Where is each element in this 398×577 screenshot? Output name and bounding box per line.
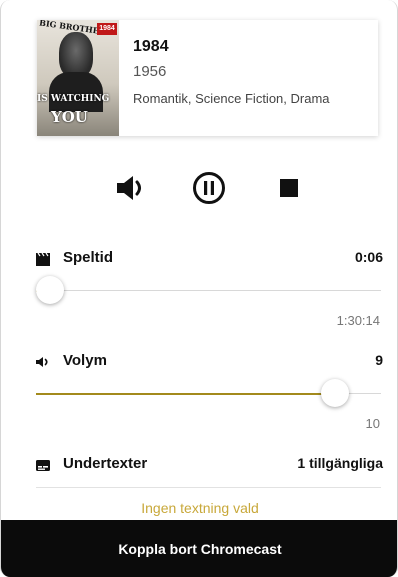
playback-controls [1,170,397,206]
playtime-label: Speltid [63,249,114,266]
playtime-current: 0:06 [354,249,383,265]
volume-max: 10 [365,416,380,431]
volume-icon [36,357,48,367]
movie-genres: Romantik, Science Fiction, Drama [133,91,330,106]
playtime-total: 1:30:14 [336,313,380,328]
subtitle-selection[interactable]: Ingen textning vald [1,500,397,516]
poster-text-bottom: YOU [51,108,88,126]
volume-slider-fill [36,393,347,395]
volume-label: Volym [63,352,107,369]
volume-icon [117,176,141,200]
subtitles-label: Undertexter [63,455,148,472]
subtitles-row[interactable]: Undertexter 1 tillgängliga [36,455,383,475]
volume-row: Volym 9 [36,352,383,372]
movie-card: BIG BROTHER 1984 IS WATCHING YOU 1984 19… [37,20,378,136]
cast-control-panel: BIG BROTHER 1984 IS WATCHING YOU 1984 19… [0,0,398,577]
volume-value: 9 [375,352,383,368]
playtime-slider-thumb[interactable] [36,276,65,304]
playtime-slider-track[interactable] [36,290,381,292]
disconnect-chromecast-button[interactable]: Koppla bort Chromecast [1,520,397,577]
playtime-row: Speltid 0:06 [36,249,383,269]
poster-badge: 1984 [97,23,117,35]
stop-icon [280,179,298,197]
pause-icon [193,172,225,204]
mute-button[interactable] [114,170,150,206]
poster-text-middle: IS WATCHING [37,94,110,104]
stop-button[interactable] [271,170,307,206]
movie-year: 1956 [133,63,167,80]
subtitles-status: 1 tillgängliga [297,455,383,471]
movie-title: 1984 [133,38,169,55]
divider [36,487,381,488]
pause-button[interactable] [191,170,227,206]
volume-slider-thumb[interactable] [321,379,350,407]
subtitles-icon [36,460,50,471]
clapperboard-icon [36,252,50,266]
movie-poster: BIG BROTHER 1984 IS WATCHING YOU [37,20,119,136]
